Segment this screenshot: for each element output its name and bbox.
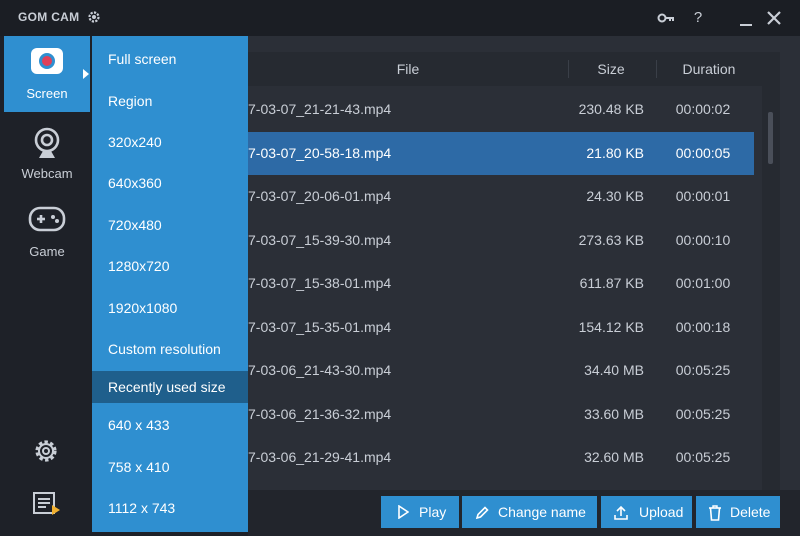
gamepad-icon [28,206,66,232]
upload-button[interactable]: Upload [601,496,692,528]
close-icon[interactable] [764,8,784,28]
playlist-icon[interactable] [32,491,62,517]
file-size: 24.30 KB [586,188,644,204]
sidebar-item-label: Webcam [21,166,73,181]
file-duration: 00:00:18 [675,319,731,335]
table-row[interactable]: 7-03-07_15-38-01.mp4 611.87 KB 00:01:00 [248,262,754,305]
file-duration: 00:00:02 [675,101,731,117]
record-icon [31,48,63,74]
menu-item-recent-1112x743[interactable]: 1112 x 743 [92,493,248,523]
sidebar: Screen Webcam Game [0,36,92,536]
menu-item-recent-758x410[interactable]: 758 x 410 [92,452,248,482]
play-button-label: Play [419,504,447,520]
sidebar-item-label: Game [29,244,65,259]
file-size: 611.87 KB [579,275,644,291]
app-title: GOM CAM [18,10,80,24]
minimize-icon[interactable] [736,8,756,28]
file-duration: 00:05:25 [675,362,731,378]
trash-icon [709,505,721,521]
file-name: 7-03-06_21-43-30.mp4 [248,362,392,378]
resolution-menu: Full screen Region 320x240 640x360 720x4… [92,36,248,532]
column-header-file[interactable]: File [248,52,568,86]
file-name: 7-03-07_20-06-01.mp4 [248,188,392,204]
delete-button-label: Delete [730,504,771,520]
file-size: 21.80 KB [586,145,644,161]
file-duration: 00:00:01 [675,188,731,204]
column-header-duration[interactable]: Duration [656,52,762,86]
file-list-panel: File Size Duration 7-03-07_21-21-43.mp4 … [248,36,800,536]
sidebar-item-label: Screen [26,86,68,101]
file-size: 34.40 MB [584,362,644,378]
file-name: 7-03-06_21-36-32.mp4 [248,406,392,422]
file-size: 154.12 KB [578,319,644,335]
file-name: 7-03-06_21-29-41.mp4 [248,449,392,465]
file-name: 7-03-07_15-38-01.mp4 [248,275,392,291]
menu-item-1920x1080[interactable]: 1920x1080 [92,293,248,323]
table-row[interactable]: 7-03-06_21-29-41.mp4 32.60 MB 00:05:25 [248,436,754,479]
sidebar-item-game[interactable]: Game [4,194,90,270]
table-header: File Size Duration [248,52,762,86]
table-row[interactable]: 7-03-07_21-21-43.mp4 230.48 KB 00:00:02 [248,88,754,131]
upload-button-label: Upload [639,504,684,520]
file-name: 7-03-07_20-58-18.mp4 [248,145,392,161]
table-row[interactable]: 7-03-07_20-06-01.mp4 24.30 KB 00:00:01 [248,175,754,218]
menu-item-recent-640x433[interactable]: 640 x 433 [92,410,248,440]
menu-item-640x360[interactable]: 640x360 [92,168,248,198]
table-row[interactable]: 7-03-06_21-36-32.mp4 33.60 MB 00:05:25 [248,393,754,436]
gear-icon[interactable] [32,437,60,465]
file-size: 32.60 MB [584,449,644,465]
file-duration: 00:00:05 [675,145,731,161]
menu-section-recently-used: Recently used size [92,371,248,403]
scrollbar-thumb[interactable] [768,112,773,164]
table-row[interactable]: 7-03-07_15-35-01.mp4 154.12 KB 00:00:18 [248,306,754,349]
delete-button[interactable]: Delete [696,496,780,528]
table-row-selected[interactable]: 7-03-07_20-58-18.mp4 21.80 KB 00:00:05 [248,132,754,175]
play-icon [398,505,409,519]
help-icon[interactable]: ? [688,8,708,28]
table-row[interactable]: 7-03-07_15-39-30.mp4 273.63 KB 00:00:10 [248,219,754,262]
upload-icon [614,505,628,520]
file-size: 230.48 KB [578,101,644,117]
menu-item-region[interactable]: Region [92,86,248,116]
chevron-right-icon [83,69,89,79]
file-size: 33.60 MB [584,406,644,422]
pencil-icon [475,506,489,520]
file-name: 7-03-07_21-21-43.mp4 [248,101,392,117]
change-name-button-label: Change name [498,504,586,520]
file-size: 273.63 KB [578,232,644,248]
column-header-size[interactable]: Size [568,52,654,86]
file-duration: 00:00:10 [675,232,731,248]
menu-item-custom-resolution[interactable]: Custom resolution [92,334,248,364]
gear-icon[interactable] [86,9,102,25]
file-name: 7-03-07_15-39-30.mp4 [248,232,392,248]
vertical-scrollbar[interactable] [762,52,780,494]
menu-item-full-screen[interactable]: Full screen [92,44,248,74]
key-icon[interactable] [656,8,676,28]
sidebar-item-screen[interactable]: Screen [4,36,90,112]
menu-item-720x480[interactable]: 720x480 [92,210,248,240]
menu-item-320x240[interactable]: 320x240 [92,127,248,157]
menu-item-1280x720[interactable]: 1280x720 [92,251,248,281]
bottom-toolbar: Play Change name Upload Delete [248,490,800,536]
webcam-icon [34,127,60,158]
play-button[interactable]: Play [381,496,459,528]
file-duration: 00:01:00 [675,275,731,291]
sidebar-item-webcam[interactable]: Webcam [4,116,90,192]
table-row[interactable]: 7-03-06_21-43-30.mp4 34.40 MB 00:05:25 [248,349,754,392]
title-bar: GOM CAM ? [0,0,800,36]
file-name: 7-03-07_15-35-01.mp4 [248,319,392,335]
file-duration: 00:05:25 [675,406,731,422]
change-name-button[interactable]: Change name [462,496,597,528]
file-duration: 00:05:25 [675,449,731,465]
